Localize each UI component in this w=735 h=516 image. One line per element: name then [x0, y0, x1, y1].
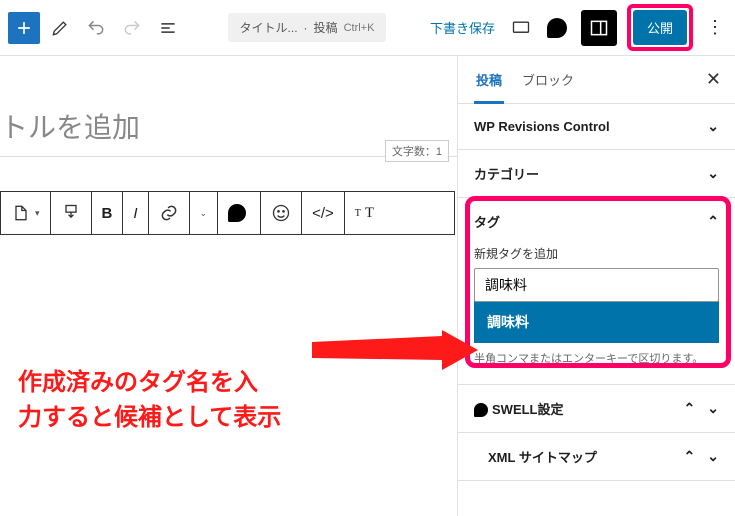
settings-panel-toggle[interactable]: [581, 10, 617, 46]
annotation-arrow: [312, 330, 478, 370]
chevron-up-icon: ⌃: [684, 400, 696, 417]
chevron-up-icon: ⌃: [684, 448, 696, 465]
swell-topbar-icon[interactable]: [547, 18, 571, 38]
swell-block-button[interactable]: [218, 192, 261, 234]
emoji-button[interactable]: [261, 192, 302, 234]
topbar-right-actions: 下書き保存 公開 ⋮: [430, 4, 727, 51]
chevron-down-icon: ⌄: [707, 165, 719, 182]
text-transform-button[interactable]: TT: [345, 192, 384, 234]
swell-icon: [474, 403, 488, 417]
settings-sidebar: 投稿 ブロック ✕ WP Revisions Control ⌄ カテゴリー ⌄…: [457, 56, 735, 516]
panel-category: カテゴリー ⌄: [458, 150, 735, 198]
bold-button[interactable]: B: [92, 192, 124, 234]
tag-input[interactable]: [474, 268, 719, 302]
doc-summary-title: タイトル...: [240, 19, 298, 36]
annotation-text: 作成済みのタグ名を入 力すると候補として表示: [18, 366, 281, 436]
doc-summary-shortcut: Ctrl+K: [344, 22, 375, 34]
editor-canvas: トルを追加 文字数：1 ▾ B I ⌄ </> TT 作成済みのタグ名を: [0, 56, 457, 516]
chevron-down-icon: ⌄: [707, 448, 719, 465]
panel-xml-sitemap-header[interactable]: XML サイトマップ ⌃ ⌄: [458, 433, 735, 480]
panel-swell-header[interactable]: SWELL設定 ⌃ ⌄: [458, 385, 735, 432]
chevron-down-icon: ⌄: [707, 118, 719, 135]
add-block-button[interactable]: [8, 12, 40, 44]
panel-swell: SWELL設定 ⌃ ⌄: [458, 385, 735, 433]
panel-revisions: WP Revisions Control ⌄: [458, 104, 735, 150]
edit-mode-button[interactable]: [44, 12, 76, 44]
annotation-highlight-publish: 公開: [627, 4, 693, 51]
top-toolbar: タイトル... · 投稿 Ctrl+K 下書き保存 公開 ⋮: [0, 0, 735, 56]
save-draft-button[interactable]: 下書き保存: [430, 18, 495, 37]
more-options-button[interactable]: ⋮: [703, 17, 727, 38]
link-button[interactable]: [149, 192, 190, 234]
redo-button[interactable]: [116, 12, 148, 44]
tab-post[interactable]: 投稿: [466, 56, 512, 103]
preview-button[interactable]: [505, 12, 537, 44]
html-button[interactable]: </>: [302, 192, 345, 234]
doc-summary-type: 投稿: [314, 19, 338, 36]
chevron-down-icon: ⌄: [707, 400, 719, 417]
undo-button[interactable]: [80, 12, 112, 44]
chevron-down-icon: ⌄: [200, 208, 208, 219]
tag-field-label: 新規タグを追加: [474, 245, 719, 262]
panel-category-header[interactable]: カテゴリー ⌄: [458, 150, 735, 197]
close-sidebar-button[interactable]: ✕: [700, 69, 727, 90]
block-move-button[interactable]: [51, 192, 92, 234]
document-outline-button[interactable]: [152, 12, 184, 44]
tag-suggestion-item[interactable]: 調味料: [474, 301, 719, 343]
character-count-badge: 文字数：1: [385, 140, 449, 162]
panel-tag-header[interactable]: タグ ⌃: [458, 198, 735, 245]
document-summary-button[interactable]: タイトル... · 投稿 Ctrl+K: [228, 13, 387, 42]
tag-hint-text: 半角コンマまたはエンターキーで区切ります。: [474, 351, 719, 368]
sidebar-tabs: 投稿 ブロック ✕: [458, 56, 735, 104]
publish-button[interactable]: 公開: [633, 10, 687, 45]
chevron-down-icon: ▾: [35, 208, 40, 219]
chevron-up-icon: ⌃: [707, 213, 719, 230]
block-toolbar: ▾ B I ⌄ </> TT: [0, 191, 455, 235]
panel-revisions-header[interactable]: WP Revisions Control ⌄: [458, 104, 735, 149]
block-type-button[interactable]: ▾: [1, 192, 51, 234]
tab-block[interactable]: ブロック: [512, 56, 584, 103]
panel-xml-sitemap: XML サイトマップ ⌃ ⌄: [458, 433, 735, 481]
more-rich-text-button[interactable]: ⌄: [190, 192, 219, 234]
italic-button[interactable]: I: [123, 192, 148, 234]
panel-tag: タグ ⌃ 新規タグを追加 調味料 半角コンマまたはエンターキーで区切ります。: [458, 198, 735, 385]
